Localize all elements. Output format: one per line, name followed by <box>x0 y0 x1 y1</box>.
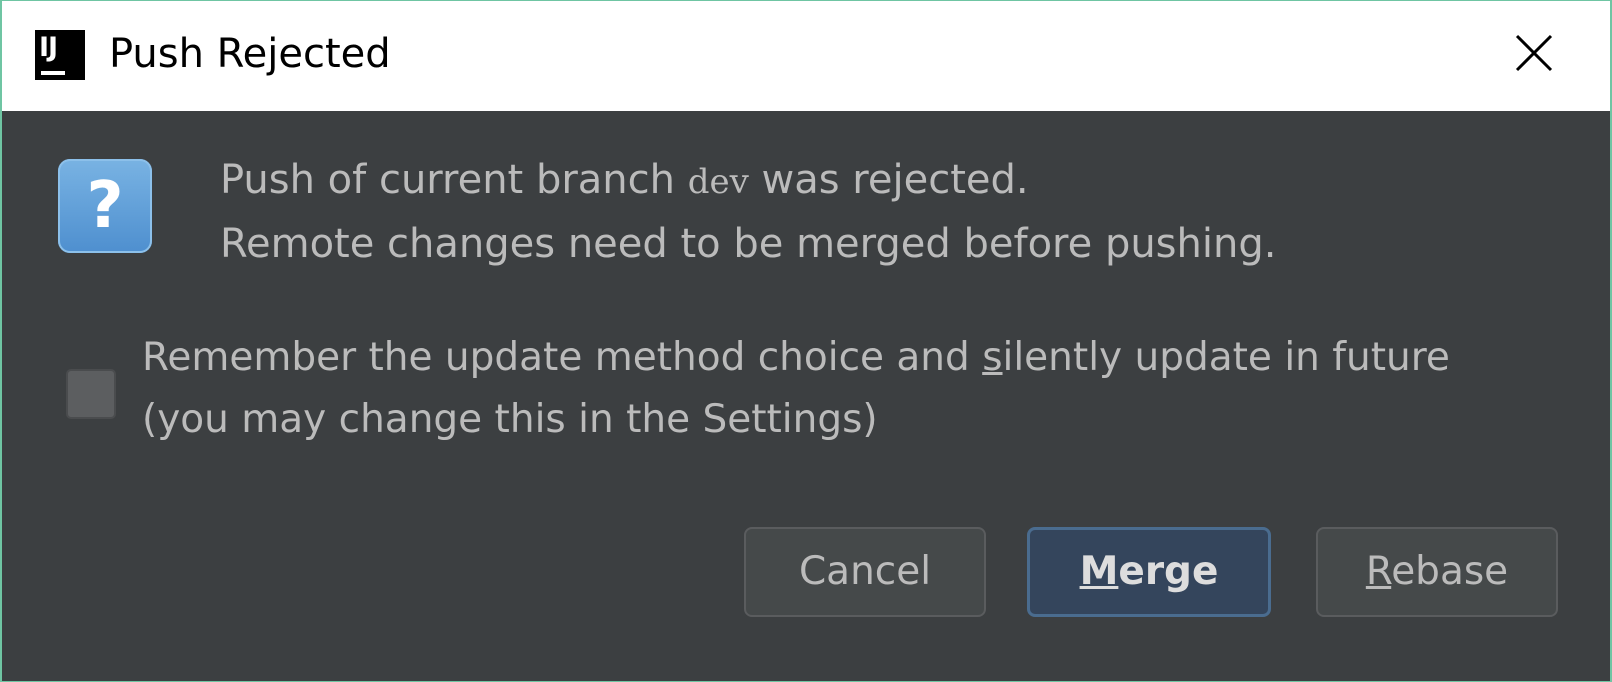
message-line-1: Push of current branch dev was rejected. <box>220 149 1276 213</box>
message-suffix: was rejected. <box>748 157 1029 203</box>
app-icon-text: IJ <box>39 32 58 63</box>
merge-mnemonic: M <box>1079 549 1119 594</box>
rebase-button[interactable]: Rebase <box>1316 527 1558 617</box>
remember-label-start: Remember the update method choice and <box>142 335 983 380</box>
remember-checkbox-label[interactable]: Remember the update method choice and si… <box>142 327 1450 451</box>
close-icon <box>1515 34 1553 72</box>
question-icon: ? <box>58 159 152 253</box>
intellij-icon: IJ <box>35 30 85 80</box>
rebase-mnemonic: R <box>1365 549 1392 594</box>
remember-checkbox[interactable] <box>66 369 116 419</box>
merge-label-rest: erge <box>1118 549 1219 594</box>
message-line-2: Remote changes need to be merged before … <box>220 221 1277 267</box>
rebase-label-rest: ebase <box>1391 549 1509 594</box>
dialog-content: ? Push of current branch dev was rejecte… <box>2 111 1610 681</box>
message-text: Push of current branch dev was rejected.… <box>220 149 1276 275</box>
cancel-button[interactable]: Cancel <box>744 527 986 617</box>
merge-button[interactable]: Merge <box>1027 527 1271 617</box>
app-icon-underline <box>41 71 65 75</box>
title-bar[interactable]: IJ Push Rejected <box>2 1 1610 111</box>
branch-name: dev <box>687 162 749 202</box>
remember-mnemonic: s <box>982 335 1003 380</box>
remember-label-end: ilently update in future <box>1002 335 1450 380</box>
close-button[interactable] <box>1504 25 1564 85</box>
remember-label-line-2: (you may change this in the Settings) <box>142 397 878 442</box>
window-title: Push Rejected <box>109 31 391 77</box>
push-rejected-dialog: IJ Push Rejected ? Push of current branc… <box>0 0 1612 682</box>
message-prefix: Push of current branch <box>220 157 688 203</box>
remember-label-line-1: Remember the update method choice and si… <box>142 327 1450 389</box>
